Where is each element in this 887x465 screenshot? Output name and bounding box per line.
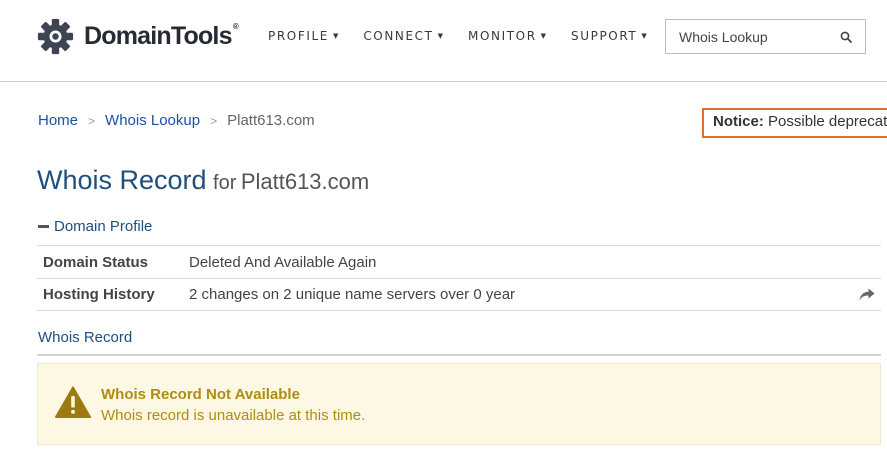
section-divider	[37, 354, 881, 356]
notice-text: Possible deprecation	[768, 113, 887, 130]
table-row: Domain Status Deleted And Available Agai…	[37, 245, 881, 278]
warning-triangle-icon	[55, 386, 91, 418]
page-title: Whois Record for Platt613.com	[37, 165, 369, 196]
whois-record-heading: Whois Record	[38, 329, 133, 346]
page-title-domain: Platt613.com	[240, 169, 370, 194]
caret-down-icon: ▼	[540, 32, 547, 40]
whois-unavailable-alert: Whois Record Not Available Whois record …	[37, 363, 881, 445]
domain-profile-table: Domain Status Deleted And Available Agai…	[37, 245, 881, 311]
breadcrumb-separator: >	[88, 113, 96, 128]
search-icon[interactable]	[840, 31, 852, 43]
logo-wordmark: DomainTools®	[84, 21, 239, 50]
caret-down-icon: ▼	[641, 32, 647, 40]
nav-monitor[interactable]: MONITOR ▼	[468, 29, 546, 43]
main-nav: PROFILE ▼ CONNECT ▼ MONITOR ▼ SUPPORT ▼	[268, 29, 672, 43]
breadcrumb-current: Platt613.com	[227, 112, 315, 129]
site-logo[interactable]: DomainTools®	[37, 18, 239, 54]
whois-search-box	[665, 19, 866, 54]
caret-down-icon: ▼	[332, 32, 339, 40]
site-header: DomainTools® PROFILE ▼ CONNECT ▼ MONITOR ▼ …	[0, 0, 887, 82]
notice-label: Notice:	[713, 113, 764, 130]
nav-profile[interactable]: PROFILE ▼	[268, 29, 338, 43]
breadcrumb-whois-lookup[interactable]: Whois Lookup	[105, 112, 200, 129]
gear-logo-icon	[37, 18, 74, 54]
breadcrumb-home[interactable]: Home	[38, 112, 78, 129]
alert-text: Whois record is unavailable at this time…	[101, 407, 366, 424]
minus-icon	[38, 225, 49, 228]
page-title-main: Whois Record	[37, 165, 207, 195]
domain-profile-toggle[interactable]: Domain Profile	[38, 218, 152, 235]
breadcrumb: Home > Whois Lookup > Platt613.com	[38, 112, 315, 129]
table-row: Hosting History 2 changes on 2 unique na…	[37, 278, 881, 311]
whois-search-input[interactable]	[679, 28, 839, 45]
share-arrow-icon[interactable]	[859, 288, 875, 301]
hosting-history-value: 2 changes on 2 unique name servers over …	[189, 286, 516, 303]
notice-banner[interactable]: Notice: Possible deprecation	[702, 108, 887, 138]
nav-connect[interactable]: CONNECT ▼	[363, 29, 443, 43]
caret-down-icon: ▼	[437, 32, 443, 40]
nav-support[interactable]: SUPPORT ▼	[571, 29, 647, 43]
domain-status-value: Deleted And Available Again	[189, 253, 377, 271]
domain-profile-heading: Domain Profile	[54, 218, 153, 235]
hosting-history-label: Hosting History	[43, 286, 155, 303]
page-title-for: for	[213, 172, 237, 194]
alert-title: Whois Record Not Available	[101, 386, 300, 403]
domain-status-label: Domain Status	[43, 253, 149, 271]
breadcrumb-separator: >	[210, 113, 218, 128]
